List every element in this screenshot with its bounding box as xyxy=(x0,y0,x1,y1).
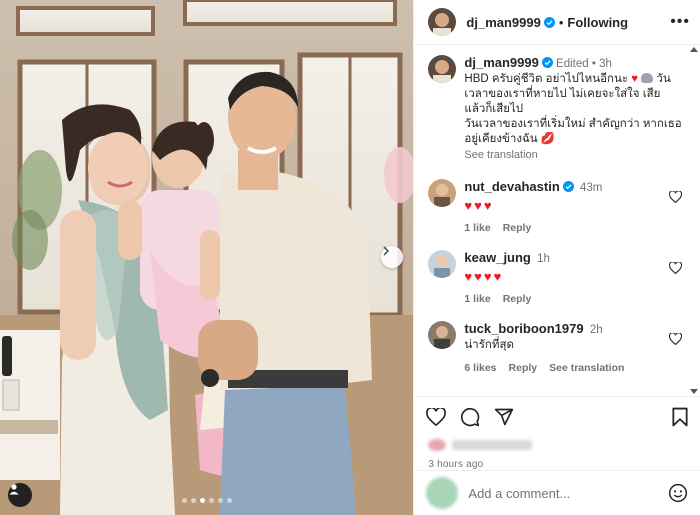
caption-line-2: เวลาของเราที่หายไป ไม่เคยจะใส่ใจ เสีย xyxy=(464,88,661,100)
verified-icon xyxy=(562,181,574,192)
add-comment-bar: Add a comment... xyxy=(414,470,700,515)
commenter-username[interactable]: tuck_boriboon1979 xyxy=(464,321,583,336)
post-photo[interactable] xyxy=(0,0,414,515)
caption-text: dj_man9999 Edited • 3h HBD ครับคู่ชีวิต … xyxy=(464,55,681,163)
post-panel: dj_man9999 • Following ••• dj_man9999 Ed… xyxy=(413,0,700,515)
caption-line-4: วันเวลาของเราที่เริ่มใหม่ สำคัญกว่า หากเ… xyxy=(464,118,682,130)
red-heart-emoji: ♥ xyxy=(631,73,639,85)
caption-separator: • xyxy=(591,58,596,70)
comment-likes[interactable]: 1 like xyxy=(464,222,490,234)
carousel-dot xyxy=(217,498,223,503)
carousel-dot xyxy=(190,498,196,503)
elephant-emoji xyxy=(641,73,654,83)
comment-hearts: ♥♥♥ xyxy=(464,198,494,213)
caption-line-1: HBD ครับคู่ชีวิต อย่าไปไหนอีกนะ xyxy=(464,73,632,85)
more-options-icon[interactable]: ••• xyxy=(670,13,690,31)
likes-summary[interactable] xyxy=(414,437,700,453)
caption-avatar[interactable] xyxy=(428,55,457,83)
reply-button[interactable]: Reply xyxy=(503,293,532,305)
caption-line-1-end: วัน xyxy=(653,73,671,85)
likes-text-blurred xyxy=(452,440,533,450)
post-timestamp: 3 hours ago xyxy=(428,459,484,470)
commenter-avatar[interactable] xyxy=(428,321,457,349)
commenter-username[interactable]: keaw_jung xyxy=(464,250,530,265)
commenter-avatar[interactable] xyxy=(428,250,457,278)
reply-button[interactable]: Reply xyxy=(503,222,532,234)
heart-outline-icon[interactable] xyxy=(669,333,682,345)
carousel-dot xyxy=(208,498,214,503)
author-username[interactable]: dj_man9999 xyxy=(466,15,540,30)
comment-likes[interactable]: 6 likes xyxy=(464,362,496,374)
comment-hearts: ♥♥♥♥ xyxy=(464,269,504,284)
current-user-avatar xyxy=(426,477,459,509)
family-photo xyxy=(0,0,414,515)
chevron-right-icon xyxy=(383,246,390,256)
carousel-dot xyxy=(226,498,232,503)
caption-line-3: แล้วก็เสียไป xyxy=(464,103,524,115)
tagged-users-button[interactable] xyxy=(8,483,32,507)
scroll-down-arrow[interactable] xyxy=(690,389,698,394)
comments-list[interactable]: dj_man9999 Edited • 3h HBD ครับคู่ชีวิต … xyxy=(414,45,700,396)
action-bar xyxy=(414,396,700,437)
verified-icon xyxy=(541,57,553,68)
verified-icon xyxy=(543,16,555,28)
edited-label: Edited xyxy=(556,58,589,70)
comment-icon[interactable] xyxy=(460,407,480,427)
see-translation-link[interactable]: See translation xyxy=(549,362,624,374)
caption-time: 3h xyxy=(599,58,612,70)
separator-dot: • xyxy=(558,14,564,30)
following-button[interactable]: Following xyxy=(567,15,628,30)
comment-time: 43m xyxy=(579,182,603,194)
share-icon[interactable] xyxy=(494,407,514,427)
comment-time: 2h xyxy=(589,324,603,336)
comment-likes[interactable]: 1 like xyxy=(464,293,490,305)
like-heart-icon[interactable] xyxy=(426,408,447,426)
comment-item: keaw_jung 1h ♥♥♥♥ 1 like Reply xyxy=(428,250,686,305)
comment-time: 1h xyxy=(537,253,550,265)
comment-text: น่ารักที่สุด xyxy=(464,339,514,351)
caption-username[interactable]: dj_man9999 xyxy=(464,55,538,70)
add-comment-input[interactable]: Add a comment... xyxy=(468,486,658,501)
bookmark-icon[interactable] xyxy=(672,407,688,427)
carousel-dot xyxy=(181,498,187,503)
post-header: dj_man9999 • Following ••• xyxy=(414,0,700,45)
scroll-up-arrow[interactable] xyxy=(690,47,698,52)
heart-outline-icon[interactable] xyxy=(669,191,682,203)
caption: dj_man9999 Edited • 3h HBD ครับคู่ชีวิต … xyxy=(428,55,686,163)
author-avatar[interactable] xyxy=(428,8,457,36)
reply-button[interactable]: Reply xyxy=(509,362,538,374)
see-translation-link[interactable]: See translation xyxy=(464,148,681,163)
emoji-icon[interactable] xyxy=(668,483,688,503)
caption-line-5: อยู่เคียงข้างฉัน xyxy=(464,133,538,145)
carousel-dot-active xyxy=(199,498,205,503)
liker-avatars-blurred xyxy=(428,439,447,451)
comment-item: tuck_boriboon1979 2h น่ารักที่สุด 6 like… xyxy=(428,321,686,374)
comment-item: nut_devahastin 43m ♥♥♥ 1 like Reply xyxy=(428,179,686,234)
carousel-dots xyxy=(181,498,232,503)
commenter-avatar[interactable] xyxy=(428,179,457,207)
kiss-emoji: 💋 xyxy=(540,133,556,145)
user-icon xyxy=(9,484,19,495)
heart-outline-icon[interactable] xyxy=(669,262,682,274)
post-modal: dj_man9999 • Following ••• dj_man9999 Ed… xyxy=(0,0,700,515)
commenter-username[interactable]: nut_devahastin xyxy=(464,179,559,194)
